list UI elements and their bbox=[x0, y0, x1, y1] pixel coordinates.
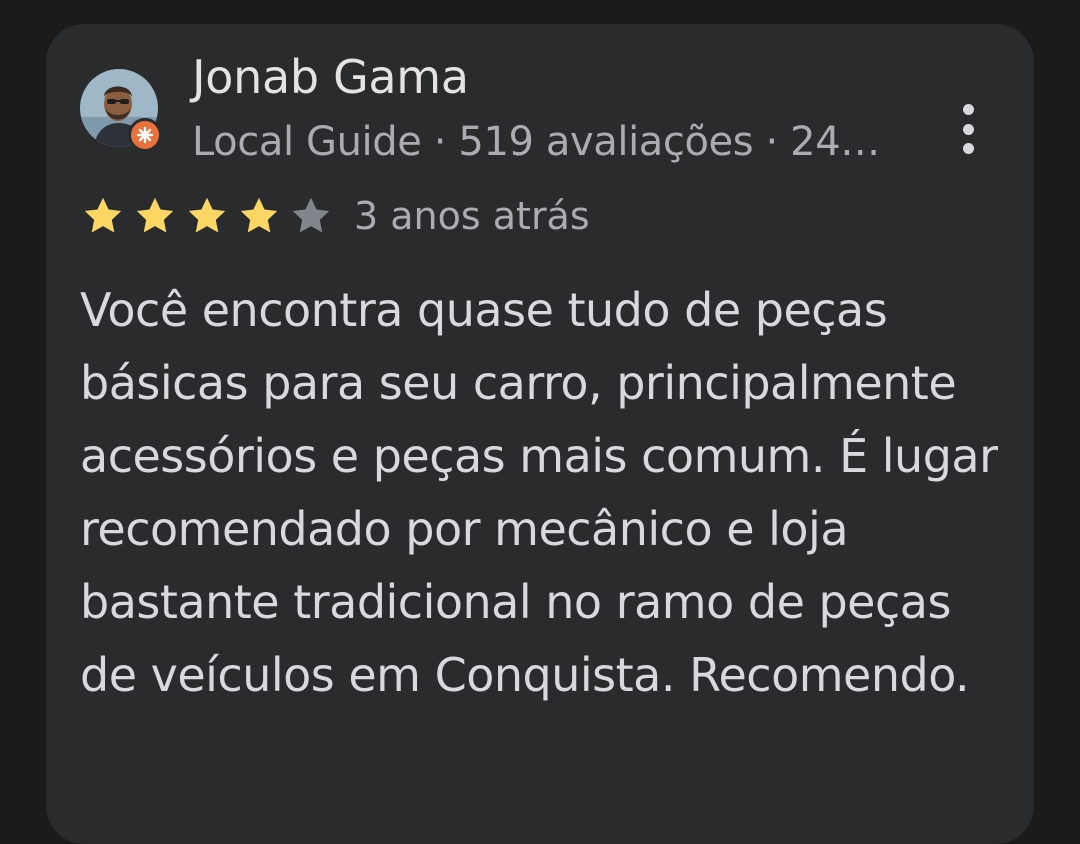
reviewer-name[interactable]: Jonab Gama bbox=[192, 50, 469, 104]
review-time: 3 anos atrás bbox=[354, 194, 590, 238]
star-filled-icon bbox=[136, 197, 174, 233]
star-filled-icon bbox=[240, 197, 278, 233]
more-options-button[interactable] bbox=[944, 98, 992, 160]
more-vert-icon bbox=[962, 104, 974, 115]
local-guide-badge-icon bbox=[128, 118, 162, 152]
star-empty-icon bbox=[292, 197, 330, 233]
star-filled-icon bbox=[84, 197, 122, 233]
star-filled-icon bbox=[188, 197, 226, 233]
stars bbox=[80, 193, 340, 239]
reviewer-avatar[interactable] bbox=[80, 69, 162, 152]
review-text: Você encontra quase tudo de peças básica… bbox=[80, 283, 998, 702]
reviewer-meta: Local Guide · 519 avaliações · 24… bbox=[192, 119, 880, 165]
star-rating: 3 anos atrás bbox=[80, 192, 590, 240]
